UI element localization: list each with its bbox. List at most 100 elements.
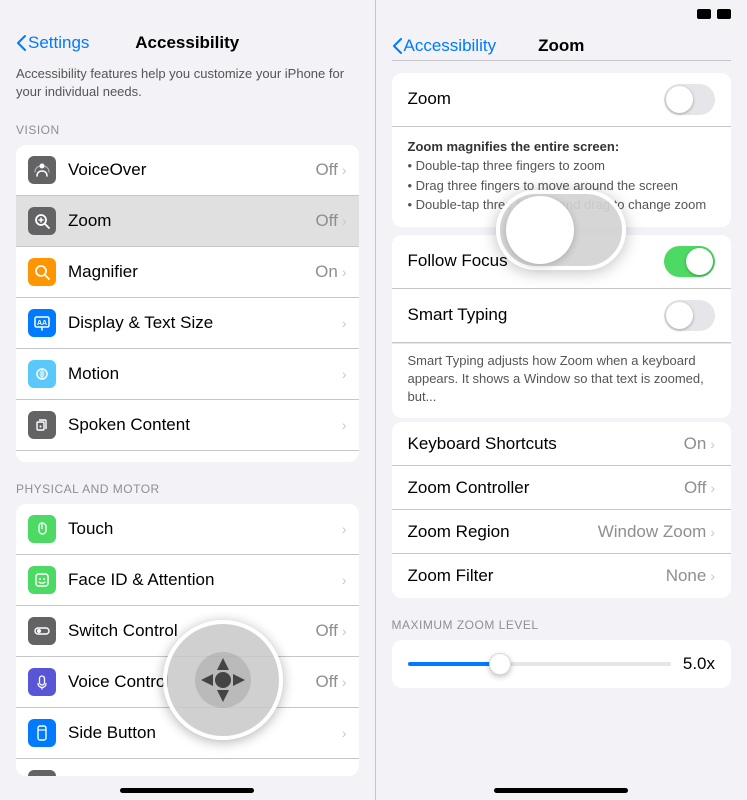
zoom-value: Off xyxy=(315,211,337,231)
motion-chevron: › xyxy=(342,366,347,382)
followfocus-toggle[interactable] xyxy=(664,246,715,277)
zoom-toggle-knob xyxy=(666,86,693,113)
list-item-display[interactable]: AA Display & Text Size › xyxy=(16,298,359,349)
nav-bar-right: Accessibility Zoom xyxy=(376,28,747,60)
spoken-chevron: › xyxy=(342,417,347,433)
signal-icon xyxy=(697,9,711,19)
keyboardshortcuts-label: Keyboard Shortcuts xyxy=(408,434,684,454)
zoom-level-slider-container: 5.0x xyxy=(392,640,732,688)
svg-text:AA: AA xyxy=(37,320,47,327)
slider-track[interactable] xyxy=(408,662,671,666)
faceid-chevron: › xyxy=(342,572,347,588)
zoom-main-label: Zoom xyxy=(408,89,665,109)
smart-typing-section: Smart Typing Smart Typing adjusts how Zo… xyxy=(392,289,732,419)
zoomregion-value: Window Zoom xyxy=(598,522,707,542)
list-item-voiceover[interactable]: VoiceOver Off › xyxy=(16,145,359,196)
zoomcontroller-chevron: › xyxy=(710,480,715,496)
zoom-toggle[interactable] xyxy=(664,84,715,115)
slider-fill xyxy=(408,662,500,666)
side-chevron: › xyxy=(342,725,347,741)
list-item-touch[interactable]: Touch › xyxy=(16,504,359,555)
faceid-label: Face ID & Attention xyxy=(68,570,342,590)
slider-row: 5.0x xyxy=(408,654,716,674)
back-button-left[interactable]: Settings xyxy=(16,33,89,53)
wifi-icon xyxy=(717,9,731,19)
back-button-right[interactable]: Accessibility xyxy=(392,36,497,56)
vision-list-group: VoiceOver Off › Zoom Off › Magnifier On … xyxy=(16,145,359,462)
smarttyping-toggle[interactable] xyxy=(664,300,715,331)
right-panel: Accessibility Zoom Zoom Zoom magnifies t… xyxy=(376,0,747,800)
appletv-label: Apple TV Remote xyxy=(68,774,342,776)
magnifier-chevron: › xyxy=(342,264,347,280)
appletv-icon xyxy=(28,770,56,776)
right-list-item-keyboardshortcuts[interactable]: Keyboard Shortcuts On › xyxy=(392,422,732,466)
annotation-toggle-right xyxy=(496,190,626,270)
list-item-faceid[interactable]: Face ID & Attention › xyxy=(16,555,359,606)
zoomregion-chevron: › xyxy=(710,524,715,540)
list-item-zoom[interactable]: Zoom Off › xyxy=(16,196,359,247)
voiceover-icon xyxy=(28,156,56,184)
keyboardshortcuts-chevron: › xyxy=(710,436,715,452)
right-list-item-zoomcontroller[interactable]: Zoom Controller Off › xyxy=(392,466,732,510)
zoom-desc-item-1: Double-tap three fingers to zoom xyxy=(408,156,716,176)
section-header-vision: VISION xyxy=(0,107,375,141)
back-label-left: Settings xyxy=(28,33,89,53)
home-bar-right xyxy=(494,788,628,793)
zoom-main-row: Zoom xyxy=(392,73,732,127)
voiceover-chevron: › xyxy=(342,162,347,178)
nav-title-right: Zoom xyxy=(538,36,584,56)
followfocus-toggle-knob xyxy=(686,248,713,275)
home-indicator-left xyxy=(0,780,375,800)
list-item-audio[interactable]: Audio Descriptions Off › xyxy=(16,451,359,462)
voice-icon xyxy=(28,668,56,696)
back-label-right: Accessibility xyxy=(404,36,497,56)
annotation-circle-left xyxy=(163,620,283,740)
smarttyping-toggle-knob xyxy=(666,302,693,329)
motion-label: Motion xyxy=(68,364,342,384)
switch-value: Off xyxy=(315,621,337,641)
switch-chevron: › xyxy=(342,623,347,639)
left-panel: Settings Accessibility Accessibility fea… xyxy=(0,0,375,800)
smarttyping-label: Smart Typing xyxy=(408,305,665,325)
touch-icon xyxy=(28,515,56,543)
voice-value: Off xyxy=(315,672,337,692)
faceid-icon xyxy=(28,566,56,594)
zoomregion-label: Zoom Region xyxy=(408,522,598,542)
nav-title-left: Accessibility xyxy=(135,33,239,53)
magnifier-label: Magnifier xyxy=(68,262,315,282)
list-item-motion[interactable]: Motion › xyxy=(16,349,359,400)
display-label: Display & Text Size xyxy=(68,313,342,333)
zoom-label: Zoom xyxy=(68,211,315,231)
section-header-physical: PHYSICAL AND MOTOR xyxy=(0,466,375,500)
keyboardshortcuts-value: On xyxy=(684,434,707,454)
accessibility-description: Accessibility features help you customiz… xyxy=(0,57,375,107)
zoomfilter-label: Zoom Filter xyxy=(408,566,666,586)
switch-icon xyxy=(28,617,56,645)
home-bar-left xyxy=(120,788,254,793)
big-toggle-knob xyxy=(506,196,574,264)
right-list-item-smarttyping[interactable]: Smart Typing xyxy=(392,289,732,343)
display-icon: AA xyxy=(28,309,56,337)
zoom-level-header: MAXIMUM ZOOM LEVEL xyxy=(376,602,747,636)
list-item-spoken[interactable]: Spoken Content › xyxy=(16,400,359,451)
zoomcontroller-value: Off xyxy=(684,478,706,498)
list-item-appletv[interactable]: Apple TV Remote › xyxy=(16,759,359,776)
right-content: Zoom Zoom magnifies the entire screen: D… xyxy=(376,61,747,781)
zoomcontroller-label: Zoom Controller xyxy=(408,478,684,498)
slider-thumb[interactable] xyxy=(489,653,511,675)
touch-label: Touch xyxy=(68,519,342,539)
right-list-item-zoomregion[interactable]: Zoom Region Window Zoom › xyxy=(392,510,732,554)
motion-icon xyxy=(28,360,56,388)
zoom-options-group: Keyboard Shortcuts On › Zoom Controller … xyxy=(392,422,732,598)
side-icon xyxy=(28,719,56,747)
zoom-icon xyxy=(28,207,56,235)
status-bar-right xyxy=(376,0,747,28)
spoken-icon xyxy=(28,411,56,439)
smarttyping-description: Smart Typing adjusts how Zoom when a key… xyxy=(392,343,732,419)
home-indicator-right xyxy=(376,780,747,800)
nav-bar-left: Settings Accessibility xyxy=(0,25,375,57)
list-item-magnifier[interactable]: Magnifier On › xyxy=(16,247,359,298)
zoomfilter-value: None xyxy=(666,566,707,586)
zoomfilter-chevron: › xyxy=(710,568,715,584)
right-list-item-zoomfilter[interactable]: Zoom Filter None › xyxy=(392,554,732,598)
